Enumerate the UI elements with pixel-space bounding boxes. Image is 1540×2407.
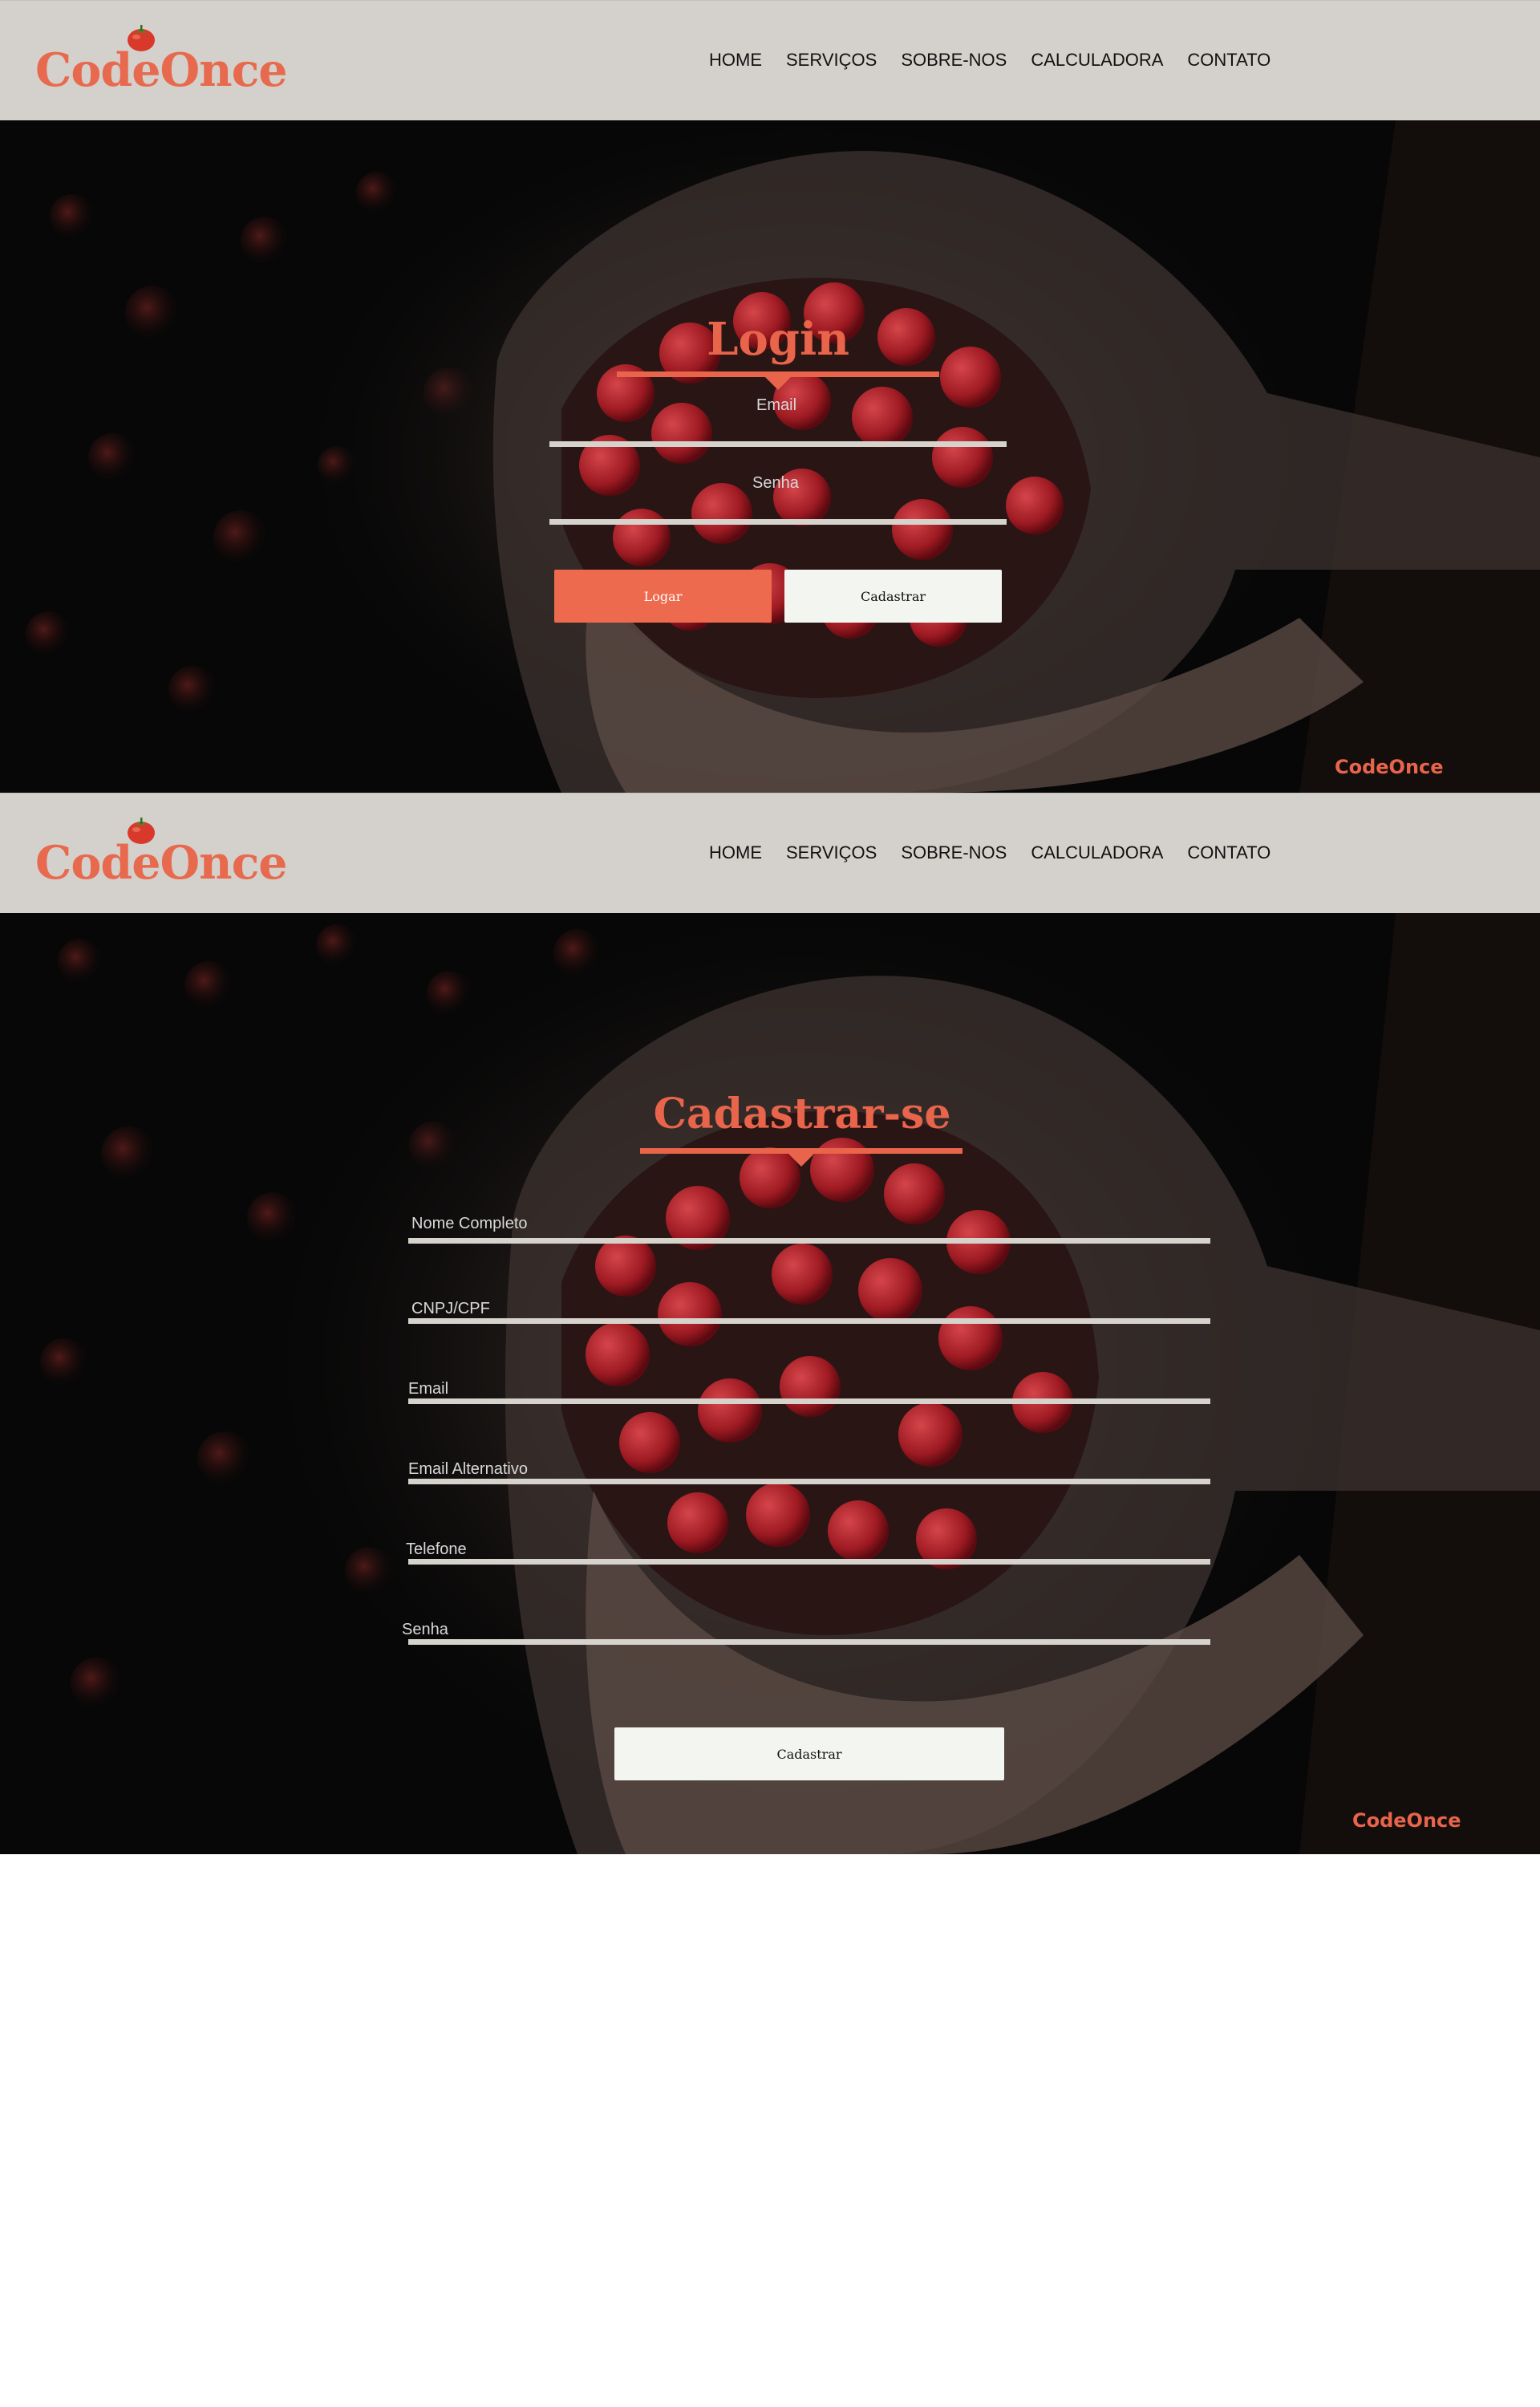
register-email-label: Email	[408, 1380, 449, 1398]
register-phone-label: Telefone	[406, 1540, 467, 1558]
site-header: CodeOnce HOME SERVIÇOS SOBRE-NOS CALCULA…	[0, 793, 1540, 913]
register-alt-email-input[interactable]	[408, 1479, 1210, 1484]
login-hero: Login Email Senha Logar Cadastrar CodeOn…	[0, 120, 1540, 793]
footer-brand: CodeOnce	[1352, 1809, 1461, 1832]
login-title: Login	[707, 313, 849, 366]
hero-background-image	[0, 120, 1540, 793]
nav-calculadora[interactable]: CALCULADORA	[1031, 841, 1163, 865]
main-nav: HOME SERVIÇOS SOBRE-NOS CALCULADORA CONT…	[709, 841, 1270, 865]
blank-page-area	[0, 1854, 1540, 2407]
register-password-input[interactable]	[408, 1639, 1210, 1645]
nav-home[interactable]: HOME	[709, 48, 762, 72]
register-phone-input[interactable]	[408, 1559, 1210, 1565]
register-title: Cadastrar-se	[653, 1090, 951, 1139]
footer-brand: CodeOnce	[1335, 756, 1444, 778]
hero-background-image	[0, 913, 1540, 1854]
brand-logo[interactable]: CodeOnce	[35, 23, 288, 100]
login-section: CodeOnce HOME SERVIÇOS SOBRE-NOS CALCULA…	[0, 0, 1540, 793]
nav-contato[interactable]: CONTATO	[1187, 48, 1270, 72]
nav-servicos[interactable]: SERVIÇOS	[786, 48, 877, 72]
register-section: CodeOnce HOME SERVIÇOS SOBRE-NOS CALCULA…	[0, 793, 1540, 1854]
nav-sobre-nos[interactable]: SOBRE-NOS	[901, 48, 1007, 72]
brand-name: CodeOnce	[35, 43, 288, 97]
register-alt-email-label: Email Alternativo	[408, 1460, 528, 1478]
register-hero: Cadastrar-se Nome Completo CNPJ/CPF Emai…	[0, 913, 1540, 1854]
login-button[interactable]: Logar	[554, 570, 772, 623]
site-header: CodeOnce HOME SERVIÇOS SOBRE-NOS CALCULA…	[0, 0, 1540, 120]
brand-name: CodeOnce	[35, 836, 288, 890]
goto-register-button[interactable]: Cadastrar	[784, 570, 1002, 623]
nav-servicos[interactable]: SERVIÇOS	[786, 841, 877, 865]
nav-contato[interactable]: CONTATO	[1187, 841, 1270, 865]
login-email-input[interactable]	[549, 441, 1007, 447]
login-title-notch	[764, 375, 792, 390]
nav-home[interactable]: HOME	[709, 841, 762, 865]
nav-calculadora[interactable]: CALCULADORA	[1031, 48, 1163, 72]
brand-logo[interactable]: CodeOnce	[35, 816, 288, 893]
register-document-label: CNPJ/CPF	[411, 1300, 490, 1317]
main-nav: HOME SERVIÇOS SOBRE-NOS CALCULADORA CONT…	[709, 48, 1270, 72]
register-email-input[interactable]	[408, 1398, 1210, 1404]
register-fullname-input[interactable]	[408, 1238, 1210, 1244]
register-title-notch	[787, 1152, 816, 1167]
nav-sobre-nos[interactable]: SOBRE-NOS	[901, 841, 1007, 865]
login-password-label: Senha	[752, 474, 799, 492]
register-password-label: Senha	[402, 1621, 448, 1638]
register-fullname-label: Nome Completo	[411, 1215, 528, 1232]
login-email-label: Email	[756, 396, 797, 414]
login-password-input[interactable]	[549, 519, 1007, 525]
register-document-input[interactable]	[408, 1318, 1210, 1324]
register-submit-button[interactable]: Cadastrar	[614, 1727, 1004, 1780]
